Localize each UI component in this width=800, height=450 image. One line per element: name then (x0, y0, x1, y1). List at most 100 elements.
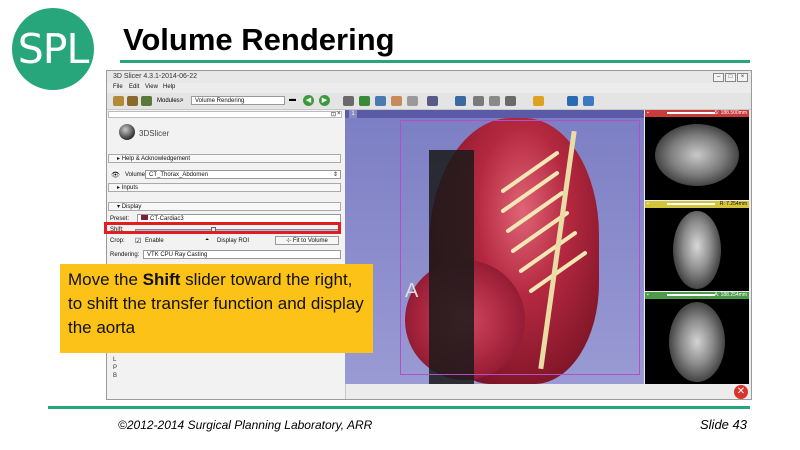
menu-help[interactable]: Help (163, 84, 175, 90)
fit-to-volume-button[interactable]: ⊹ Fit to Volume (275, 236, 339, 245)
display-roi-eye-icon[interactable]: ◓ (205, 237, 209, 244)
help-section-header[interactable]: ▸ Help & Acknowledgement (108, 154, 341, 163)
fit-icon: ⊹ (286, 238, 293, 244)
volumes-module-icon[interactable] (359, 96, 370, 106)
red-slice-offset: S: 188.500mm (714, 110, 747, 116)
dicom-icon[interactable] (127, 96, 138, 106)
forward-arrow-icon[interactable]: ▶ (319, 95, 330, 106)
title-divider (120, 60, 750, 63)
green-slice-view[interactable]: ▪ A: 188.254mm (645, 292, 749, 384)
load-data-icon[interactable] (113, 96, 124, 106)
volume-selector-value: CT_Thorax_Abdomen (149, 172, 209, 178)
window-title: 3D Slicer 4.3.1-2014-06-22 (113, 73, 198, 80)
inputs-section-header[interactable]: ▸ Inputs (108, 183, 341, 192)
slicer-logo-text: 3DSlicer (139, 129, 170, 138)
rendering-selector-value: VTK CPU Ray Casting (147, 252, 208, 258)
slice-pin-icon[interactable]: ▪ (647, 201, 649, 208)
layout-icon[interactable] (427, 96, 438, 106)
volume-selector[interactable]: CT_Thorax_Abdomen ⇕ (145, 170, 341, 179)
dropdown-arrow-icon: ⇕ (332, 172, 338, 178)
orientation-letter: B (113, 373, 118, 379)
footer-divider (48, 406, 750, 409)
menu-bar: File Edit View Help (107, 83, 751, 93)
enable-checkbox[interactable]: ☑ (135, 237, 141, 245)
save-icon[interactable] (141, 96, 152, 106)
orientation-letter: L (113, 357, 117, 363)
transforms-module-icon[interactable] (391, 96, 402, 106)
callout-text-pre: Move the (68, 270, 143, 289)
copyright-text: ©2012-2014 Surgical Planning Laboratory,… (118, 418, 373, 432)
orientation-label: A (405, 280, 419, 302)
spl-logo: SPL (12, 8, 94, 90)
window-titlebar: 3D Slicer 4.3.1-2014-06-22 – □ × (107, 71, 751, 83)
slice-pin-icon[interactable]: ▪ (647, 110, 649, 117)
help-section-label: Help & Acknowledgement (121, 156, 191, 162)
red-slice-slider[interactable] (667, 112, 715, 114)
extension-manager-icon[interactable] (567, 96, 578, 106)
editor-module-icon[interactable] (407, 96, 418, 106)
enable-label: Enable (145, 238, 164, 244)
back-arrow-icon[interactable]: ◀ (303, 95, 314, 106)
yellow-slice-slider[interactable] (667, 203, 715, 205)
pin-icon[interactable]: 1 (349, 110, 357, 118)
orientation-letters: L P B (113, 356, 117, 380)
red-slice-bar[interactable]: ▪ S: 188.500mm (645, 110, 749, 117)
panel-close-icon[interactable]: × (337, 111, 341, 117)
callout-text-bold: Shift (142, 270, 181, 289)
fiducial-icon[interactable] (533, 96, 544, 106)
green-slice-slider[interactable] (667, 294, 715, 296)
data-module-icon[interactable] (343, 96, 354, 106)
logo-text: SPL (17, 25, 90, 73)
menu-file[interactable]: File (113, 84, 123, 90)
window-close-button[interactable]: × (737, 73, 748, 82)
sagittal-ct-image (673, 211, 721, 289)
menu-edit[interactable]: Edit (129, 84, 139, 90)
modules-label: Modules: (157, 98, 182, 104)
slide-number: Slide 43 (700, 417, 747, 432)
models-module-icon[interactable] (375, 96, 386, 106)
toolbar: Modules: ⌕ Volume Rendering ▬ ◀ ▶ (107, 93, 751, 110)
crosshair-icon[interactable] (455, 96, 466, 106)
fit-to-volume-label: Fit to Volume (292, 238, 328, 244)
slide-title: Volume Rendering (123, 22, 395, 57)
preset-thumbnail-icon (141, 215, 148, 220)
python-console-icon[interactable] (583, 96, 594, 106)
volume-label: Volume: (125, 172, 147, 178)
scene-view-icon[interactable] (489, 96, 500, 106)
display-section-label: Display (121, 204, 142, 210)
module-selector[interactable]: Volume Rendering (191, 96, 285, 105)
menu-view[interactable]: View (145, 84, 158, 90)
orientation-letter: P (113, 365, 118, 371)
display-roi-label: Display ROI (217, 238, 250, 244)
3d-view-controller-bar[interactable] (345, 110, 644, 118)
eye-icon[interactable]: 👁 (111, 171, 120, 179)
minimize-button[interactable]: – (713, 73, 724, 82)
mouse-mode-icon[interactable] (505, 96, 516, 106)
yellow-slice-offset: R: 7.254mm (719, 201, 747, 207)
undock-icon[interactable]: ⊡ (331, 111, 336, 118)
maximize-button[interactable]: □ (725, 73, 736, 82)
rendering-label: Rendering: (110, 252, 140, 258)
module-panel-header (108, 111, 342, 118)
green-slice-bar[interactable]: ▪ A: 188.254mm (645, 292, 749, 299)
rendering-selector[interactable]: VTK CPU Ray Casting (143, 250, 341, 259)
close-icon[interactable]: ✕ (734, 385, 748, 399)
3d-view[interactable]: 1 A (345, 110, 644, 384)
yellow-slice-bar[interactable]: ▪ R: 7.254mm (645, 201, 749, 208)
yellow-slice-view[interactable]: ▪ R: 7.254mm (645, 201, 749, 291)
search-icon[interactable]: ⌕ (180, 97, 184, 105)
red-slice-view[interactable]: ▪ S: 188.500mm (645, 110, 749, 200)
slicer-logo-icon (119, 124, 135, 140)
display-section-header[interactable]: ▾ Display (108, 202, 341, 211)
module-panel: ⊡ × 3DSlicer ▸ Help & Acknowledgement 👁 … (107, 110, 346, 399)
roi-box (400, 120, 640, 375)
instruction-callout: Move the Shift slider toward the right, … (60, 264, 373, 353)
crop-label: Crop: (110, 238, 125, 244)
green-slice-offset: A: 188.254mm (714, 292, 747, 298)
slice-pin-icon[interactable]: ▪ (647, 292, 649, 299)
module-history-icon[interactable]: ▬ (289, 96, 296, 103)
axial-ct-image (655, 124, 739, 186)
inputs-section-label: Inputs (121, 185, 139, 191)
screenshot-icon[interactable] (473, 96, 484, 106)
coronal-ct-image (669, 302, 725, 382)
